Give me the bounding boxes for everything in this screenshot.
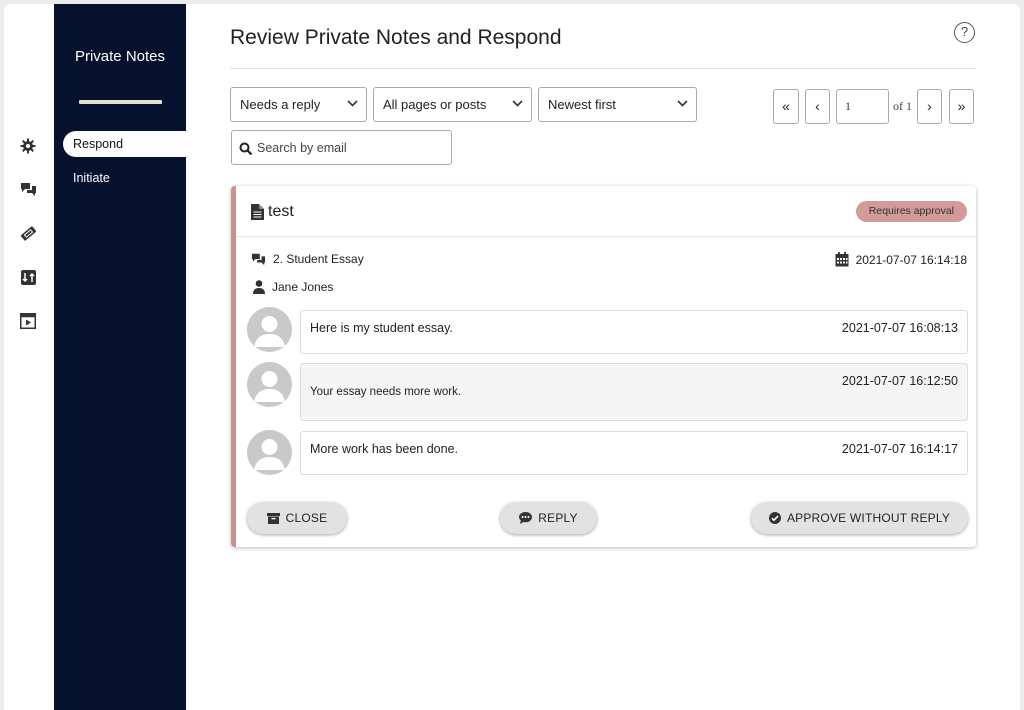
message-time: 2021-07-07 16:12:50 bbox=[841, 374, 958, 388]
message-time: 2021-07-07 16:14:17 bbox=[841, 442, 958, 456]
first-page-button[interactable]: « bbox=[773, 89, 799, 124]
scope-filter-value: All pages or posts bbox=[383, 97, 487, 112]
note-date-text: 2021-07-07 16:14:18 bbox=[855, 252, 967, 267]
icon-toolbar bbox=[4, 4, 54, 710]
note-page-name: 2. Student Essay bbox=[273, 252, 364, 266]
message-text: More work has been done. bbox=[310, 442, 459, 456]
next-page-button[interactable]: › bbox=[917, 89, 942, 124]
sort-icon[interactable] bbox=[18, 267, 38, 287]
help-button[interactable]: ? bbox=[954, 22, 975, 43]
scope-filter-select[interactable]: All pages or posts bbox=[373, 87, 532, 122]
sort-select[interactable]: Newest first bbox=[538, 87, 697, 122]
search-placeholder: Search by email bbox=[257, 141, 347, 155]
check-circle-icon bbox=[768, 512, 781, 524]
comment-dots-icon bbox=[519, 512, 533, 524]
note-author: Jane Jones bbox=[253, 280, 333, 294]
prev-page-button[interactable]: ‹ bbox=[805, 89, 830, 124]
note-date: 2021-07-07 16:14:18 bbox=[835, 252, 967, 267]
message-time: 2021-07-07 16:08:13 bbox=[841, 321, 958, 335]
message-item: Here is my student essay. 2021-07-07 16:… bbox=[300, 310, 968, 354]
page-number-input[interactable]: 1 bbox=[836, 89, 889, 124]
status-badge: Requires approval bbox=[855, 201, 967, 222]
ticket-icon[interactable] bbox=[18, 223, 38, 243]
page-count-label: of 1 bbox=[893, 99, 912, 113]
message-item: More work has been done. 2021-07-07 16:1… bbox=[300, 431, 968, 475]
page-title: Review Private Notes and Respond bbox=[230, 26, 562, 49]
sidebar-item-respond[interactable]: Respond bbox=[63, 131, 189, 157]
note-page-link[interactable]: 2. Student Essay bbox=[251, 252, 364, 266]
chevron-down-icon bbox=[347, 100, 358, 107]
avatar bbox=[247, 430, 292, 475]
note-card: test Requires approval 2. Student Essay … bbox=[231, 186, 976, 547]
sidebar-divider bbox=[79, 100, 162, 104]
sidebar-item-initiate[interactable]: Initiate bbox=[73, 171, 110, 185]
note-title-text: test bbox=[268, 203, 294, 220]
main-content: Review Private Notes and Respond ? Needs… bbox=[186, 4, 1020, 710]
archive-icon bbox=[266, 512, 280, 524]
comments-icon bbox=[251, 253, 266, 266]
status-filter-select[interactable]: Needs a reply bbox=[230, 87, 367, 122]
approve-button-label: APPROVE WITHOUT REPLY bbox=[786, 511, 951, 525]
card-divider bbox=[236, 236, 976, 237]
message-text: Your essay needs more work. bbox=[310, 386, 462, 398]
note-title: test bbox=[251, 203, 294, 221]
reply-button[interactable]: REPLY bbox=[500, 502, 597, 534]
approve-without-reply-button[interactable]: APPROVE WITHOUT REPLY bbox=[751, 502, 968, 534]
chevron-down-icon bbox=[512, 100, 523, 107]
status-filter-value: Needs a reply bbox=[240, 97, 321, 112]
comments-icon[interactable] bbox=[18, 179, 38, 199]
avatar bbox=[247, 307, 292, 352]
search-icon bbox=[239, 142, 253, 156]
search-input[interactable]: Search by email bbox=[231, 130, 452, 165]
header-divider bbox=[230, 68, 976, 69]
close-button-label: CLOSE bbox=[285, 511, 328, 525]
avatar bbox=[247, 362, 292, 407]
sidebar-title: Private Notes bbox=[74, 48, 166, 65]
message-text: Here is my student essay. bbox=[310, 321, 453, 335]
last-page-button[interactable]: » bbox=[949, 89, 974, 124]
close-button[interactable]: CLOSE bbox=[247, 502, 347, 534]
document-icon bbox=[251, 204, 264, 220]
app-window: Private Notes Respond Initiate Review Pr… bbox=[4, 4, 1020, 710]
video-icon[interactable] bbox=[18, 311, 38, 331]
calendar-icon bbox=[835, 252, 849, 267]
user-icon bbox=[253, 280, 265, 294]
sort-value: Newest first bbox=[548, 97, 616, 112]
note-author-name: Jane Jones bbox=[272, 280, 334, 294]
message-item: Your essay needs more work. 2021-07-07 1… bbox=[300, 363, 968, 421]
reply-button-label: REPLY bbox=[538, 511, 578, 525]
sidebar: Private Notes Respond Initiate bbox=[54, 4, 189, 710]
chevron-down-icon bbox=[677, 100, 688, 107]
gear-icon[interactable] bbox=[18, 136, 38, 156]
